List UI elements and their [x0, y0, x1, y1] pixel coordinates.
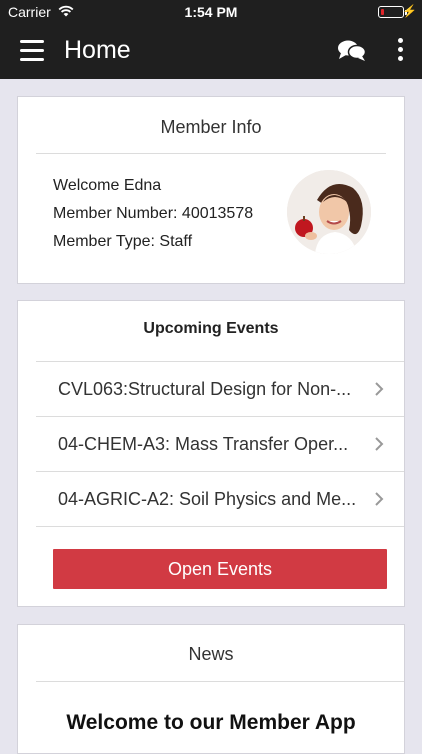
member-type: Member Type: Staff: [53, 233, 193, 250]
member-info-title: Member Info: [160, 117, 262, 137]
clock: 1:54 PM: [184, 4, 238, 20]
news-headline: Welcome to our Member App: [66, 711, 356, 734]
open-events-button[interactable]: Open Events: [53, 549, 387, 589]
event-item-label: 04-AGRIC-A2: Soil Physics and Me...: [58, 489, 357, 509]
chevron-right-icon: [375, 437, 384, 451]
upcoming-events-card: Upcoming Events CVL063:Structural Design…: [17, 300, 405, 607]
event-item[interactable]: 04-AGRIC-A2: Soil Physics and Me...: [36, 471, 404, 527]
news-title: News: [188, 644, 234, 664]
event-item-label: CVL063:Structural Design for Non-...: [58, 379, 352, 399]
battery-icon: [378, 6, 407, 18]
avatar: [287, 170, 371, 254]
chevron-right-icon: [375, 382, 384, 396]
more-vertical-icon[interactable]: [396, 38, 404, 62]
status-bar: Carrier 1:54 PM ⚡: [0, 0, 422, 24]
divider: [36, 153, 386, 154]
event-item-label: 04-CHEM-A3: Mass Transfer Oper...: [58, 434, 349, 454]
chevron-right-icon: [375, 492, 384, 506]
member-number: Member Number: 40013578: [53, 205, 254, 222]
charging-bolt-icon: ⚡: [402, 4, 417, 18]
page-title: Home: [64, 36, 131, 64]
event-item[interactable]: CVL063:Structural Design for Non-...: [36, 361, 404, 417]
app-bar: Home: [0, 24, 422, 79]
upcoming-events-title: Upcoming Events: [143, 320, 279, 337]
menu-icon[interactable]: [20, 40, 44, 62]
chat-bubbles-icon[interactable]: [337, 38, 367, 64]
divider: [36, 526, 404, 527]
welcome-text: Welcome Edna: [53, 177, 162, 194]
event-item[interactable]: 04-CHEM-A3: Mass Transfer Oper...: [36, 416, 404, 472]
divider: [36, 681, 404, 682]
member-info-card: Member Info Welcome Edna Member Number: …: [17, 96, 405, 284]
battery-level: [381, 9, 384, 15]
news-card: News Welcome to our Member App: [17, 624, 405, 754]
